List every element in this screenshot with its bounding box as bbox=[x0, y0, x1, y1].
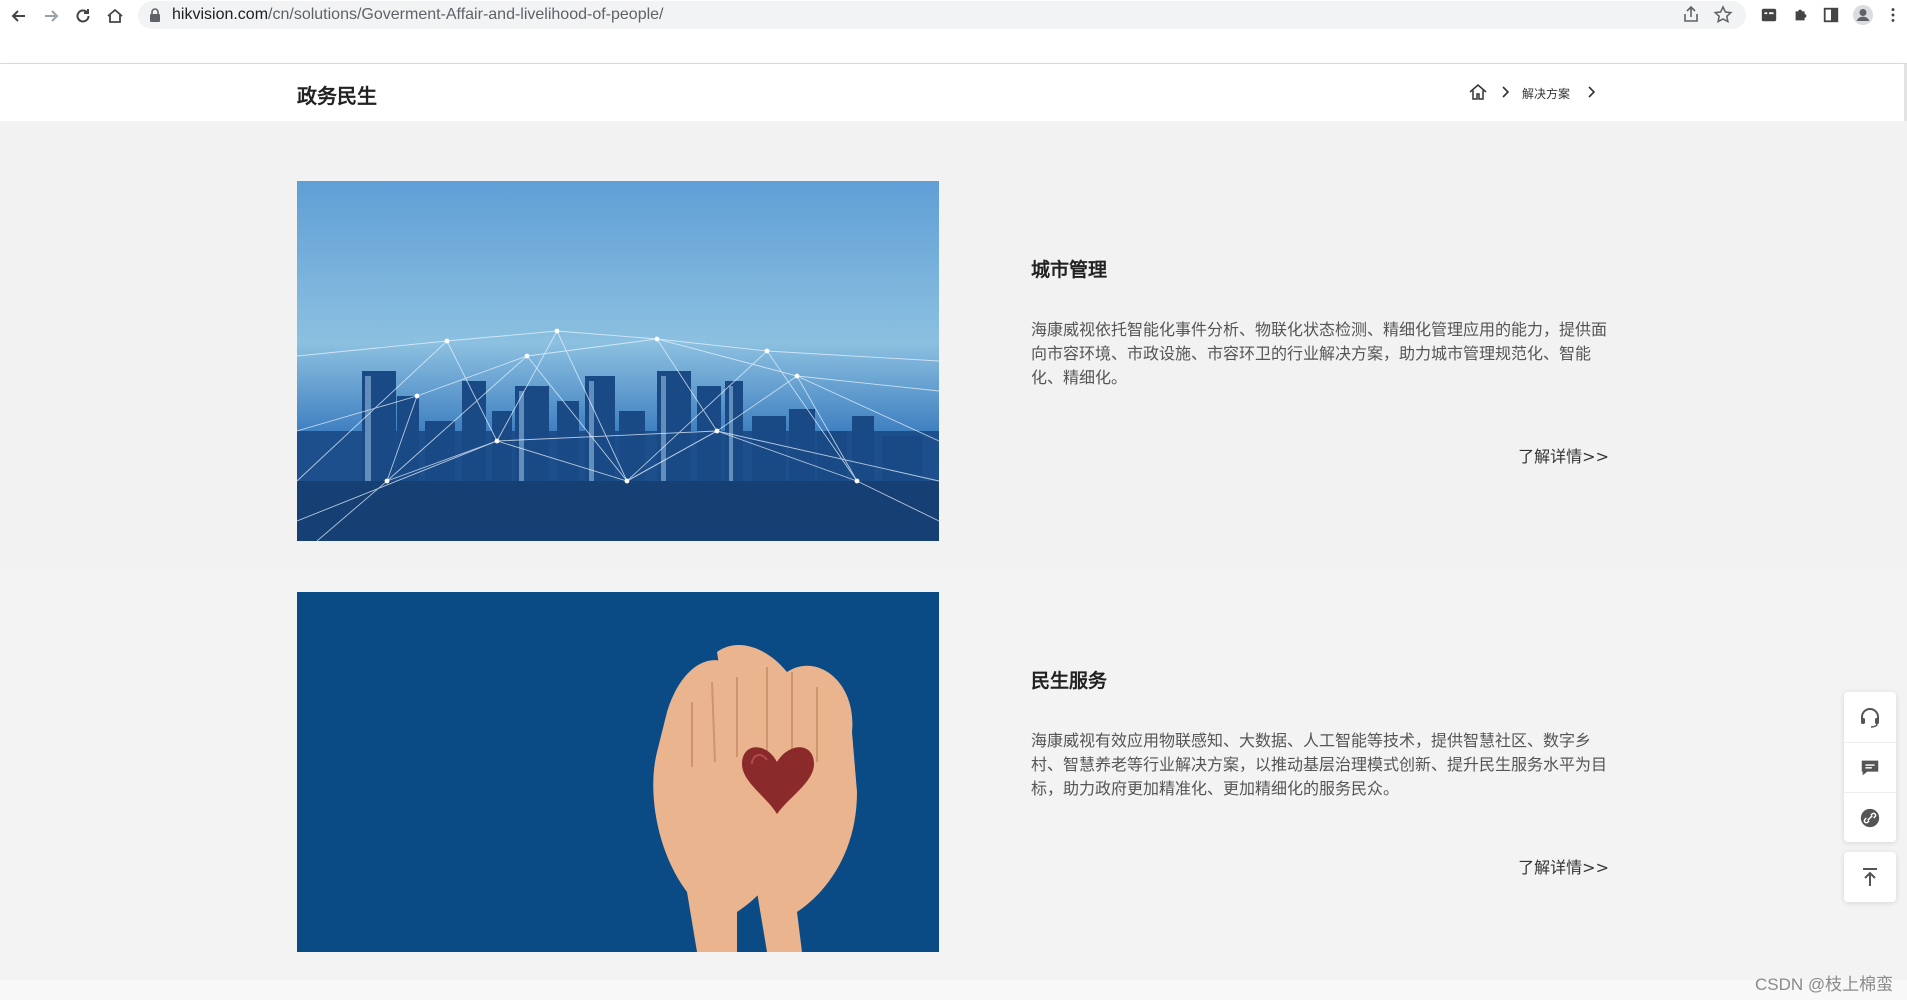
reload-icon bbox=[76, 9, 90, 23]
back-button[interactable] bbox=[6, 3, 32, 29]
side-panel-icon[interactable] bbox=[1820, 4, 1842, 26]
menu-dots-icon[interactable] bbox=[1882, 4, 1904, 26]
site-header: 政务民生 解决方案 bbox=[0, 64, 1907, 121]
reload-button[interactable] bbox=[70, 3, 96, 29]
section-background bbox=[0, 980, 1907, 1000]
solution-card-city: 城市管理 海康威视依托智能化事件分析、物联化状态检测、精细化管理应用的能力，提供… bbox=[297, 181, 1609, 541]
puzzle-icon[interactable] bbox=[1790, 4, 1812, 26]
home-icon bbox=[107, 8, 123, 23]
customer-service-button[interactable] bbox=[1844, 692, 1896, 742]
message-button[interactable] bbox=[1844, 742, 1896, 792]
city-skyline-image[interactable] bbox=[297, 181, 939, 541]
url-host: hikvision.com bbox=[172, 6, 269, 23]
url-path: /cn/solutions/Goverment-Affair-and-livel… bbox=[268, 6, 664, 23]
headset-icon bbox=[1861, 708, 1879, 728]
learn-more-link[interactable]: 了解详情>> bbox=[1518, 443, 1609, 467]
extension-reader-icon[interactable] bbox=[1758, 4, 1780, 26]
browser-chrome: hikvision.com/cn/solutions/Goverment-Aff… bbox=[0, 0, 1907, 64]
hands-heart-image[interactable] bbox=[297, 592, 939, 952]
watermark: CSDN @枝上棉蛮 bbox=[1755, 975, 1894, 994]
address-bar[interactable]: hikvision.com/cn/solutions/Goverment-Aff… bbox=[138, 1, 1746, 29]
lock-icon bbox=[150, 8, 160, 22]
solution-title: 民生服务 bbox=[1031, 670, 1108, 692]
share-icon[interactable] bbox=[1681, 5, 1701, 25]
chevron-right-icon bbox=[1502, 86, 1510, 98]
solution-description: 海康威视依托智能化事件分析、物联化状态检测、精细化管理应用的能力，提供面向市容环… bbox=[1031, 320, 1608, 387]
message-icon bbox=[1861, 760, 1879, 775]
home-button[interactable] bbox=[102, 3, 128, 29]
back-to-top-icon bbox=[1863, 868, 1877, 886]
solution-description: 海康威视有效应用物联感知、大数据、人工智能等技术，提供智慧社区、数字乡村、智慧养… bbox=[1031, 731, 1608, 798]
solution-title: 城市管理 bbox=[1031, 259, 1108, 281]
profile-icon[interactable] bbox=[1852, 4, 1874, 26]
link-icon bbox=[1860, 808, 1880, 827]
arrow-right-icon bbox=[45, 10, 59, 22]
learn-more-link[interactable]: 了解详情>> bbox=[1518, 854, 1609, 878]
back-to-top-button[interactable] bbox=[1844, 852, 1896, 902]
forward-button[interactable] bbox=[38, 3, 64, 29]
floating-toolbar bbox=[1844, 692, 1896, 842]
link-button[interactable] bbox=[1844, 792, 1896, 842]
star-icon[interactable] bbox=[1713, 5, 1733, 25]
page-title: 政务民生 bbox=[297, 84, 377, 108]
chevron-right-icon bbox=[1588, 86, 1596, 98]
home-icon[interactable] bbox=[1468, 82, 1488, 102]
url-text: hikvision.com/cn/solutions/Goverment-Aff… bbox=[172, 6, 664, 24]
breadcrumb-item-solutions[interactable]: 解决方案 bbox=[1522, 85, 1570, 102]
arrow-left-icon bbox=[11, 10, 25, 22]
solution-card-livelihood: 民生服务 海康威视有效应用物联感知、大数据、人工智能等技术，提供智慧社区、数字乡… bbox=[297, 592, 1609, 952]
